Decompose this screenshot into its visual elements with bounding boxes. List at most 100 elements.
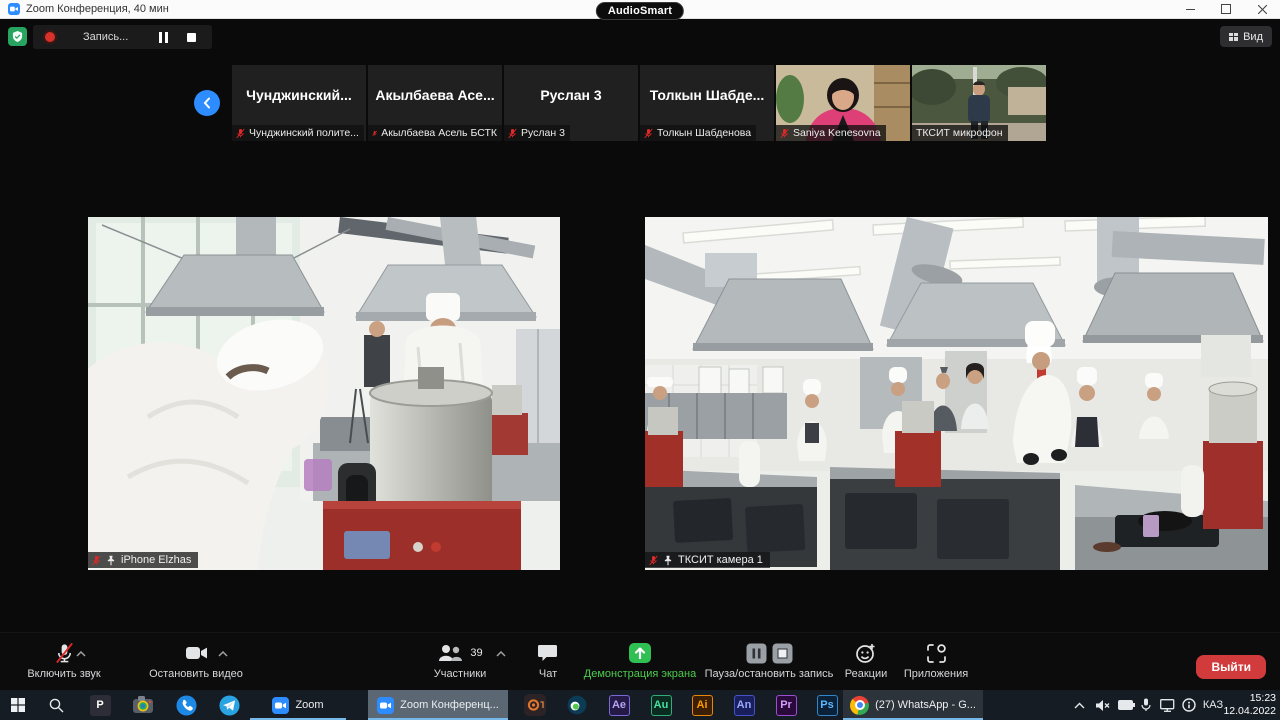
taskbar-zoom-window-button[interactable]: Zoom xyxy=(250,690,346,720)
tray-volume-muted[interactable] xyxy=(1091,690,1113,720)
taskbar-phone-app[interactable] xyxy=(172,690,200,720)
apps-button[interactable]: Приложения xyxy=(900,642,972,680)
scroll-thumbnails-left-button[interactable] xyxy=(194,90,220,116)
muted-mic-icon xyxy=(508,128,517,139)
close-button[interactable] xyxy=(1244,0,1280,18)
tray-audiosmart-app[interactable] xyxy=(1178,690,1200,720)
minimize-button[interactable] xyxy=(1172,0,1208,18)
muted-mic-icon xyxy=(780,128,789,139)
participant-label: ТКСИТ микрофон xyxy=(912,125,1008,141)
participant-filmstrip: Чунджинский... Чунджинский полите... Акы… xyxy=(232,65,1046,141)
participant-display-name: Толкын Шабде... xyxy=(640,87,774,103)
video-feed-right[interactable]: ТКСИТ камера 1 xyxy=(645,217,1268,570)
pause-stop-recording-button[interactable]: Пауза/остановить запись xyxy=(688,642,850,680)
photoshop-icon: Ps xyxy=(817,695,838,716)
audiosmart-badge: AudioSmart xyxy=(596,2,684,20)
taskbar-p-app[interactable]: P xyxy=(86,690,114,720)
muted-mic-icon xyxy=(92,555,101,566)
right-video-scene xyxy=(645,217,1268,570)
telegram-icon xyxy=(219,695,240,716)
tray-show-hidden-icons[interactable] xyxy=(1068,690,1090,720)
taskbar-search-button[interactable] xyxy=(42,690,70,720)
participant-display-name: Руслан 3 xyxy=(504,87,638,103)
participant-label: Чунджинский полите... xyxy=(232,125,364,141)
security-shield-icon[interactable] xyxy=(8,27,27,46)
window-title: Zoom Конференция, 40 мин xyxy=(26,3,169,15)
participant-tile[interactable]: Чунджинский... Чунджинский полите... xyxy=(232,65,366,141)
phone-app-icon xyxy=(176,695,197,716)
reactions-button[interactable]: Реакции xyxy=(838,642,894,680)
search-icon xyxy=(49,698,64,713)
p-app-icon: P xyxy=(90,695,111,716)
taskbar-audition[interactable]: Au xyxy=(647,690,675,720)
taskbar-photoshop[interactable]: Ps xyxy=(813,690,841,720)
taskbar-after-effects[interactable]: Ae xyxy=(605,690,633,720)
taskbar-zoom-meeting-window-button[interactable]: Zoom Конференц... xyxy=(368,690,508,720)
taskbar-photos-app[interactable] xyxy=(129,690,157,720)
chrome-icon xyxy=(850,696,869,715)
video-feed-left[interactable]: iPhone Elzhas xyxy=(88,217,560,570)
participant-display-name: Чунджинский... xyxy=(232,87,366,103)
video-camera-icon xyxy=(185,644,208,662)
taskbar-illustrator[interactable]: Ai xyxy=(688,690,716,720)
unmute-button[interactable]: Включить звук xyxy=(8,642,120,680)
muted-mic-icon xyxy=(372,128,377,139)
reactions-smiley-icon xyxy=(855,642,877,664)
after-effects-icon: Ae xyxy=(609,695,630,716)
stop-video-button[interactable]: Остановить видео xyxy=(126,642,266,680)
view-button[interactable]: Вид xyxy=(1220,26,1272,47)
pause-icon xyxy=(746,643,767,664)
windows-taskbar: P Zoom Zoom Конференц... Ae Au Ai xyxy=(0,690,1280,720)
participant-label: Руслан 3 xyxy=(504,125,570,141)
taskbar-telegram-app[interactable] xyxy=(215,690,243,720)
recording-label: Запись... xyxy=(83,31,128,43)
stop-recording-button[interactable] xyxy=(182,29,200,45)
microphone-icon xyxy=(1141,698,1151,712)
participant-tile-video-active-speaker[interactable]: ТКСИТ микрофон xyxy=(912,65,1046,141)
participant-display-name: Акылбаева Асе... xyxy=(368,87,502,103)
recording-indicator: Запись... xyxy=(33,25,212,49)
ethernet-display-icon xyxy=(1160,699,1176,712)
recording-dot-icon xyxy=(45,32,55,42)
tray-clock[interactable]: 15:23 12.04.2022 xyxy=(1223,692,1276,718)
participants-count: 39 xyxy=(470,647,482,659)
participant-tile[interactable]: Толкын Шабде... Толкын Шабденова xyxy=(640,65,774,141)
chat-bubble-icon xyxy=(538,644,558,663)
window-titlebar: Zoom Конференция, 40 мин AudioSmart xyxy=(0,0,1280,19)
view-button-label: Вид xyxy=(1243,31,1263,43)
tray-circle-icon xyxy=(1182,698,1196,712)
camera-app-icon xyxy=(132,694,154,716)
taskbar-animate[interactable]: An xyxy=(730,690,758,720)
zoom-app-icon xyxy=(272,697,289,714)
tray-battery[interactable] xyxy=(1114,690,1138,720)
taskbar-premiere[interactable]: Pr xyxy=(772,690,800,720)
muted-mic-icon xyxy=(649,555,658,566)
zoom-app-icon xyxy=(8,3,20,15)
taskbar-circle-app[interactable] xyxy=(563,690,591,720)
taskbar-chrome-whatsapp-button[interactable]: (27) WhatsApp - G... xyxy=(843,690,983,720)
animate-icon: An xyxy=(734,695,755,716)
tray-date: 12.04.2022 xyxy=(1223,705,1276,718)
tray-time: 15:23 xyxy=(1223,692,1276,705)
leave-meeting-button[interactable]: Выйти xyxy=(1196,655,1266,679)
pinned-icon xyxy=(106,555,116,566)
pause-recording-button[interactable] xyxy=(154,29,172,45)
taskbar-recorder-app[interactable] xyxy=(521,690,549,720)
zoom-meeting-area: Запись... Вид Чунджинский... Чунджинский… xyxy=(0,18,1280,690)
start-button[interactable] xyxy=(4,690,32,720)
muted-mic-icon xyxy=(236,128,245,139)
tray-microphone[interactable] xyxy=(1136,690,1156,720)
premiere-icon: Pr xyxy=(776,695,797,716)
participant-tile[interactable]: Акылбаева Асе... Акылбаева Асель БСТК xyxy=(368,65,502,141)
participant-tile-video[interactable]: Saniya Kenesovna xyxy=(776,65,910,141)
participants-options-chevron[interactable] xyxy=(496,648,506,660)
participant-tile[interactable]: Руслан 3 Руслан 3 xyxy=(504,65,638,141)
desktop: Zoom Конференция, 40 мин AudioSmart Запи… xyxy=(0,0,1280,720)
audio-options-chevron[interactable] xyxy=(76,648,86,660)
window-controls xyxy=(1172,0,1280,18)
apps-icon xyxy=(926,643,947,664)
participants-button[interactable]: 39 Участники xyxy=(408,642,512,680)
tray-network-display[interactable] xyxy=(1156,690,1180,720)
video-options-chevron[interactable] xyxy=(218,648,228,660)
maximize-button[interactable] xyxy=(1208,0,1244,18)
